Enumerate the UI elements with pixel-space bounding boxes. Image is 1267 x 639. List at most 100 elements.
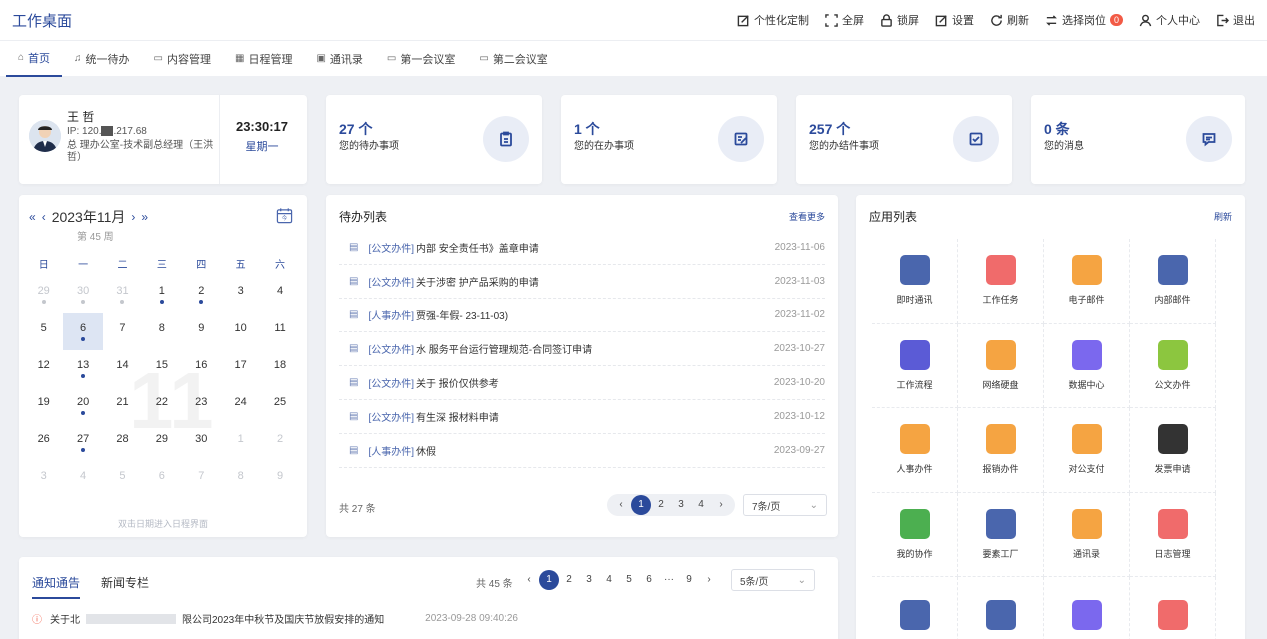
refresh-button[interactable]: 刷新 bbox=[990, 12, 1029, 28]
calendar-day[interactable]: 29 bbox=[142, 424, 181, 461]
calendar-day[interactable]: 22 bbox=[142, 387, 181, 424]
calendar-day[interactable]: 2 bbox=[182, 276, 221, 313]
calendar-day[interactable]: 4 bbox=[63, 461, 102, 498]
tab-contacts[interactable]: ▣ 通讯录 bbox=[304, 41, 374, 77]
calendar-day[interactable]: 6 bbox=[142, 461, 181, 498]
app-tile[interactable]: 工作流程 bbox=[872, 323, 958, 408]
calendar-day[interactable]: 5 bbox=[24, 313, 63, 350]
prev-page-button[interactable]: ‹ bbox=[519, 570, 539, 590]
app-tile[interactable] bbox=[1130, 577, 1216, 639]
page-button[interactable]: 9 bbox=[679, 570, 699, 590]
calendar-day[interactable]: 7 bbox=[182, 461, 221, 498]
user-center-button[interactable]: 个人中心 bbox=[1139, 12, 1200, 28]
calendar-day[interactable]: 25 bbox=[260, 387, 299, 424]
calendar-day[interactable]: 6 bbox=[63, 313, 103, 350]
calendar-day[interactable]: 16 bbox=[182, 350, 221, 387]
page-button[interactable]: 3 bbox=[579, 570, 599, 590]
todo-item[interactable]: ▤ [公文办件] 关于 报价仅供参考 2023-10-20 bbox=[339, 366, 825, 400]
calendar-day[interactable]: 19 bbox=[24, 387, 63, 424]
calendar-day[interactable]: 27 bbox=[63, 424, 102, 461]
app-tile[interactable]: 工作任务 bbox=[958, 239, 1044, 324]
page-button[interactable]: 2 bbox=[651, 495, 671, 515]
app-tile[interactable]: 数据中心 bbox=[1044, 323, 1130, 408]
next-page-button[interactable]: › bbox=[711, 495, 731, 515]
prev-page-button[interactable]: ‹ bbox=[611, 495, 631, 515]
stat-card-in-progress[interactable]: 1 个 您的在办事项 bbox=[561, 95, 777, 184]
customize-button[interactable]: 个性化定制 bbox=[737, 12, 809, 28]
tab-meeting-room-2[interactable]: ▭ 第二会议室 bbox=[467, 41, 559, 77]
calendar-day[interactable]: 1 bbox=[221, 424, 260, 461]
fullscreen-button[interactable]: 全屏 bbox=[825, 12, 864, 28]
app-tile[interactable]: 人事办件 bbox=[872, 408, 958, 493]
switch-post-button[interactable]: 选择岗位 0 bbox=[1045, 12, 1123, 28]
app-tile[interactable]: 我的协作 bbox=[872, 492, 958, 577]
calendar-day[interactable]: 1 bbox=[142, 276, 181, 313]
app-tile[interactable]: 要素工厂 bbox=[958, 492, 1044, 577]
calendar-day[interactable]: 4 bbox=[260, 276, 299, 313]
calendar-day[interactable]: 14 bbox=[103, 350, 142, 387]
calendar-day[interactable]: 9 bbox=[260, 461, 299, 498]
app-tile[interactable]: 即时通讯 bbox=[872, 239, 958, 324]
calendar-day[interactable]: 23 bbox=[182, 387, 221, 424]
calendar-day[interactable]: 29 bbox=[24, 276, 63, 313]
app-tile[interactable]: 日志管理 bbox=[1130, 492, 1216, 577]
tab-news[interactable]: 新闻专栏 bbox=[101, 574, 149, 591]
todo-item[interactable]: ▤ [公文办件] 有生深 报材料申请 2023-10-12 bbox=[339, 400, 825, 434]
calendar-day[interactable]: 9 bbox=[182, 313, 221, 350]
calendar-day[interactable]: 3 bbox=[24, 461, 63, 498]
app-tile[interactable]: 对公支付 bbox=[1044, 408, 1130, 493]
page-button[interactable]: 1 bbox=[539, 570, 559, 590]
tab-notices[interactable]: 通知通告 bbox=[32, 574, 81, 599]
app-tile[interactable] bbox=[958, 577, 1044, 639]
tab-content[interactable]: ▭ 内容管理 bbox=[142, 41, 223, 77]
todo-item[interactable]: ▤ [公文办件] 水 服务平台运行管理规范-合同签订申请 2023-10-27 bbox=[339, 332, 825, 367]
app-tile[interactable] bbox=[872, 577, 958, 639]
calendar-day[interactable]: 13 bbox=[63, 350, 102, 387]
page-button[interactable]: 2 bbox=[559, 570, 579, 590]
calendar-day[interactable]: 21 bbox=[103, 387, 142, 424]
notice-item[interactable]: ⓘ 关于北 限公司2023年中秋节及国庆节放假安排的通知 2023-09-28 … bbox=[32, 611, 518, 626]
tab-unified-todo[interactable]: ♫ 统一待办 bbox=[62, 41, 142, 77]
tab-home[interactable]: ⌂ 首页 bbox=[6, 41, 63, 77]
page-button[interactable]: 4 bbox=[691, 495, 711, 515]
calendar-day[interactable]: 7 bbox=[103, 313, 142, 350]
tab-meeting-room-1[interactable]: ▭ 第一会议室 bbox=[375, 41, 467, 77]
tab-schedule[interactable]: ▦ 日程管理 bbox=[223, 41, 304, 77]
next-year-button[interactable]: » bbox=[141, 210, 148, 224]
page-size-select[interactable]: 5条/页 ⌄ bbox=[731, 569, 815, 591]
page-size-select[interactable]: 7条/页 ⌄ bbox=[743, 494, 827, 516]
prev-year-button[interactable]: « bbox=[29, 210, 36, 224]
calendar-day[interactable]: 11 bbox=[260, 313, 299, 350]
next-page-button[interactable]: › bbox=[699, 570, 719, 590]
stat-card-messages[interactable]: 0 条 您的消息 bbox=[1031, 95, 1245, 184]
todo-item[interactable]: ▤ [人事办件] 贾强-年假- 23-11-03) 2023-11-02 bbox=[339, 299, 825, 333]
page-button[interactable]: 1 bbox=[631, 495, 651, 515]
page-button[interactable]: 3 bbox=[671, 495, 691, 515]
app-tile[interactable]: 内部邮件 bbox=[1130, 239, 1216, 324]
lock-screen-button[interactable]: 锁屏 bbox=[880, 12, 919, 28]
prev-month-button[interactable]: ‹ bbox=[42, 210, 46, 224]
calendar-day[interactable]: 12 bbox=[24, 350, 63, 387]
settings-button[interactable]: 设置 bbox=[935, 12, 974, 28]
calendar-day[interactable]: 2 bbox=[260, 424, 299, 461]
calendar-day[interactable]: 17 bbox=[221, 350, 260, 387]
app-tile[interactable]: 报销办件 bbox=[958, 408, 1044, 493]
calendar-day[interactable]: 30 bbox=[63, 276, 102, 313]
stat-card-todo[interactable]: 27 个 您的待办事项 bbox=[326, 95, 542, 184]
calendar-day[interactable]: 18 bbox=[260, 350, 299, 387]
calendar-day[interactable]: 20 bbox=[63, 387, 102, 424]
calendar-day[interactable]: 15 bbox=[142, 350, 181, 387]
logout-button[interactable]: 退出 bbox=[1216, 12, 1255, 28]
app-tile[interactable]: 公文办件 bbox=[1130, 323, 1216, 408]
app-tile[interactable]: 电子邮件 bbox=[1044, 239, 1130, 324]
calendar-day[interactable]: 26 bbox=[24, 424, 63, 461]
app-tile[interactable]: 通讯录 bbox=[1044, 492, 1130, 577]
todo-item[interactable]: ▤ [公文办件] 关于涉密 护产品采购的申请 2023-11-03 bbox=[339, 265, 825, 299]
apps-refresh-link[interactable]: 刷新 bbox=[1214, 210, 1232, 223]
calendar-day[interactable]: 28 bbox=[103, 424, 142, 461]
calendar-day[interactable]: 24 bbox=[221, 387, 260, 424]
calendar-day[interactable]: 30 bbox=[182, 424, 221, 461]
page-button[interactable]: 6 bbox=[639, 570, 659, 590]
calendar-day[interactable]: 3 bbox=[221, 276, 260, 313]
calendar-day[interactable]: 5 bbox=[103, 461, 142, 498]
